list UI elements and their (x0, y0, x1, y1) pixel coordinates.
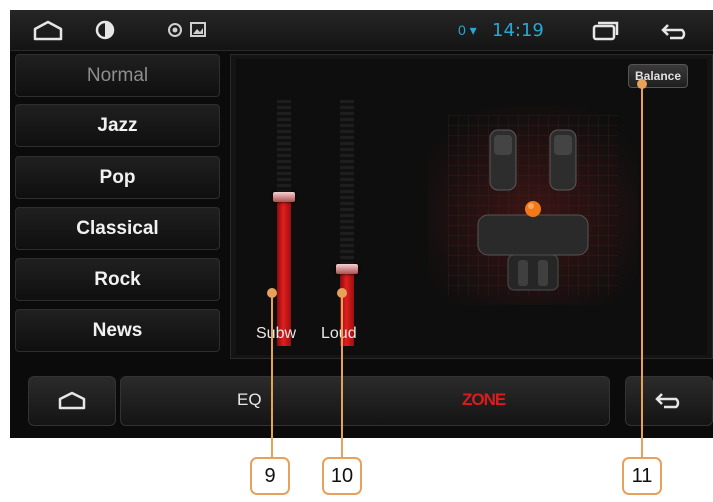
car-seat-balance-map[interactable] (428, 105, 638, 305)
balance-point (525, 201, 541, 217)
callout-11-dot (637, 79, 647, 89)
preset-label: Rock (94, 268, 141, 290)
gps-icon (168, 23, 182, 37)
loudness-slider-knob[interactable] (336, 264, 358, 274)
preset-label: Pop (99, 166, 136, 188)
callout-9-leader (271, 293, 273, 462)
subwoofer-slider-knob[interactable] (273, 192, 295, 202)
preset-classical[interactable]: Classical (15, 207, 220, 250)
preset-rock[interactable]: Rock (15, 258, 220, 301)
tab-zone[interactable]: ZONE (462, 390, 506, 410)
callout-10: 10 (322, 457, 362, 495)
preset-label: Jazz (97, 114, 138, 136)
back-icon[interactable] (660, 22, 690, 40)
loudness-label: Loud (321, 325, 357, 342)
brightness-icon[interactable] (94, 19, 116, 41)
tab-bar (120, 376, 610, 426)
preset-label: Classical (76, 217, 159, 239)
home-outline-icon[interactable] (32, 20, 64, 42)
status-clock: 14:19 (492, 20, 544, 41)
bottom-bar: EQ ZONE (10, 362, 713, 438)
subwoofer-slider-fill (277, 196, 291, 346)
preset-pop[interactable]: Pop (15, 156, 220, 199)
back-icon (655, 393, 680, 409)
preset-normal[interactable]: Normal (15, 54, 220, 97)
head-unit-screen: 0 ▾ 14:19 Normal Jazz Pop Classical Rock… (10, 10, 713, 438)
preset-jazz[interactable]: Jazz (15, 104, 220, 147)
home-button[interactable] (28, 376, 116, 426)
callout-9: 9 (250, 457, 290, 495)
callout-10-leader (341, 293, 343, 462)
callout-11-leader (641, 84, 643, 462)
preset-label: Normal (86, 64, 149, 86)
preset-label: News (92, 319, 143, 341)
subwoofer-label: Subw (256, 325, 297, 342)
preset-news[interactable]: News (15, 309, 220, 352)
callout-10-dot (337, 288, 347, 298)
signal-indicator: 0 ▾ (458, 22, 477, 38)
status-bar: 0 ▾ 14:19 (10, 10, 713, 51)
image-icon (190, 22, 206, 37)
back-button[interactable] (625, 376, 713, 426)
callout-11: 11 (622, 457, 662, 495)
recent-apps-icon[interactable] (592, 21, 620, 41)
tab-eq[interactable]: EQ (237, 390, 262, 410)
home-icon (58, 391, 86, 410)
callout-9-dot (267, 288, 277, 298)
